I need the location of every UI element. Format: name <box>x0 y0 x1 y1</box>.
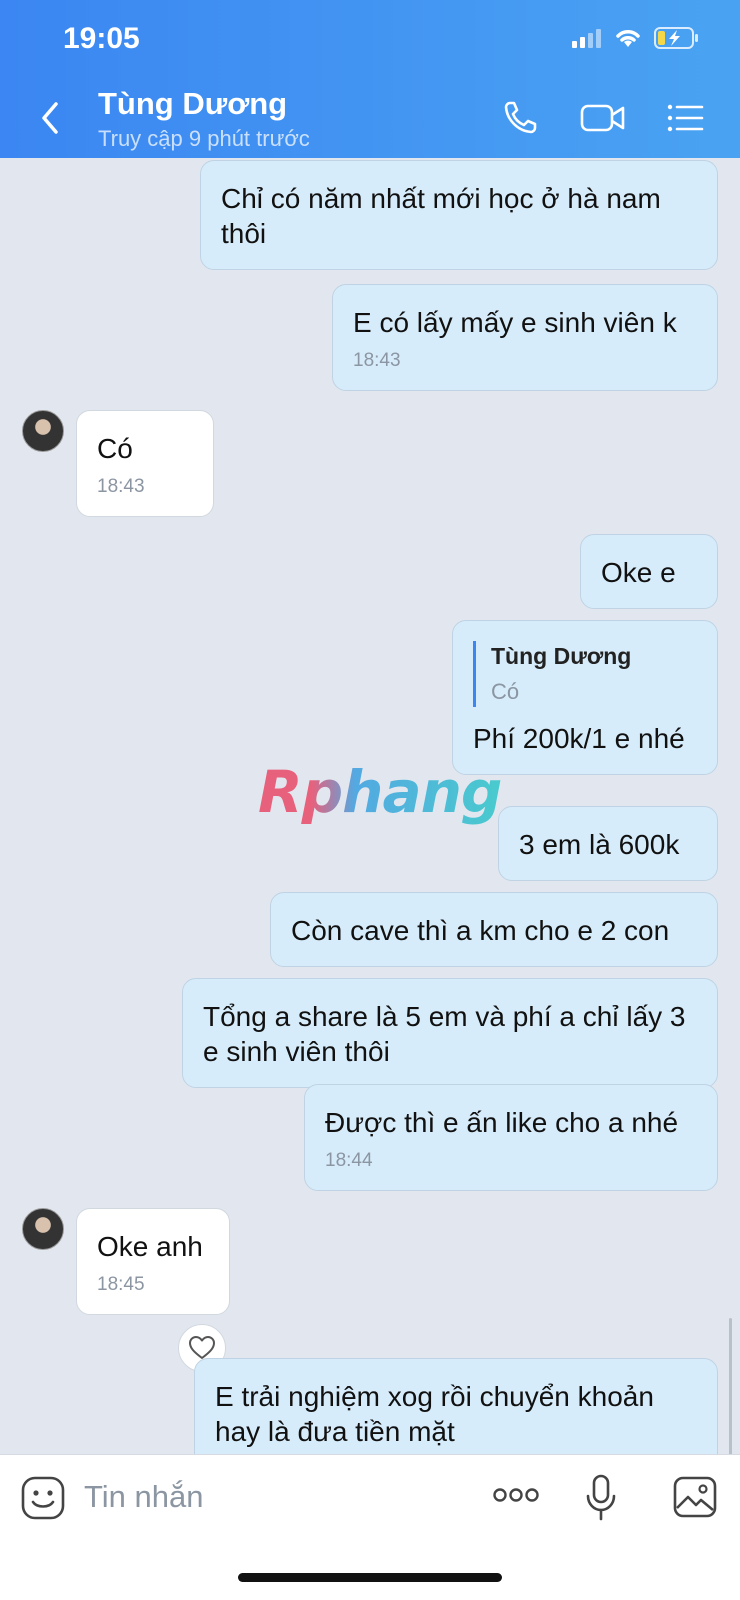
cellular-signal-icon <box>572 29 601 48</box>
watermark-logo: Rphang <box>258 758 502 826</box>
message-text: E trải nghiệm xog rồi chuyển khoản hay l… <box>215 1381 654 1447</box>
message-text: Tổng a share là 5 em và phí a chỉ lấy 3 … <box>203 1001 686 1067</box>
contact-last-seen: Truy cập 9 phút trước <box>98 126 310 151</box>
message-text: Chỉ có năm nhất mới học ở hà nam thôi <box>221 183 661 249</box>
image-gallery-icon[interactable] <box>672 1475 718 1519</box>
message-text: Oke e <box>601 557 676 588</box>
message-text: Được thì e ấn like cho a nhé <box>325 1107 679 1138</box>
message-time: 18:43 <box>353 350 401 371</box>
message-text: Còn cave thì a km cho e 2 con <box>291 915 670 946</box>
quoted-text: Có <box>491 679 520 704</box>
home-indicator <box>238 1573 502 1582</box>
message-bubble-outgoing[interactable]: E có lấy mấy e sinh viên k 18:43 <box>332 284 718 391</box>
message-bubble-outgoing[interactable]: Còn cave thì a km cho e 2 con <box>270 892 718 967</box>
quoted-message[interactable]: Tùng Dương Có <box>473 641 697 707</box>
message-bubble-outgoing-reply[interactable]: Tùng Dương Có Phí 200k/1 e nhé <box>452 620 718 775</box>
message-bubble-outgoing[interactable]: Tổng a share là 5 em và phí a chỉ lấy 3 … <box>182 978 718 1088</box>
message-bubble-outgoing[interactable]: 3 em là 600k <box>498 806 718 881</box>
message-input-bar <box>0 1454 740 1600</box>
message-bubble-outgoing[interactable]: Chỉ có năm nhất mới học ở hà nam thôi <box>200 160 718 270</box>
video-call-icon[interactable] <box>580 98 626 138</box>
menu-list-icon[interactable] <box>664 98 708 138</box>
contact-name[interactable]: Tùng Dương <box>98 86 287 122</box>
message-bubble-incoming[interactable]: Có 18:43 <box>76 410 214 517</box>
message-bubble-outgoing[interactable]: Được thì e ấn like cho a nhé 18:44 <box>304 1084 718 1191</box>
phone-icon[interactable] <box>500 98 544 138</box>
message-text: Có <box>97 433 133 464</box>
status-time: 19:05 <box>63 22 140 55</box>
message-text: E có lấy mấy e sinh viên k <box>353 307 677 338</box>
chat-header: 19:05 Tùng Dương Truy cập 9 phút trước <box>0 0 740 158</box>
chat-scrollbar[interactable] <box>729 1318 732 1454</box>
message-text: 3 em là 600k <box>519 829 680 860</box>
contact-avatar[interactable] <box>22 410 64 452</box>
quoted-sender: Tùng Dương <box>491 643 632 669</box>
contact-avatar[interactable] <box>22 1208 64 1250</box>
message-text: Oke anh <box>97 1231 203 1262</box>
message-bubble-incoming[interactable]: Oke anh 18:45 <box>76 1208 230 1315</box>
battery-charging-icon <box>654 27 698 49</box>
message-bubble-outgoing[interactable]: E trải nghiệm xog rồi chuyển khoản hay l… <box>194 1358 718 1454</box>
message-time: 18:45 <box>97 1274 145 1295</box>
microphone-icon[interactable] <box>584 1473 618 1523</box>
wifi-icon <box>616 30 640 47</box>
message-input[interactable] <box>84 1477 464 1517</box>
message-time: 18:44 <box>325 1150 373 1171</box>
message-bubble-outgoing[interactable]: Oke e <box>580 534 718 609</box>
message-text: Phí 200k/1 e nhé <box>473 723 685 754</box>
status-icons <box>572 26 700 50</box>
back-chevron-icon[interactable] <box>36 98 66 138</box>
more-dots-icon[interactable] <box>492 1485 540 1505</box>
sticker-emoji-icon[interactable] <box>20 1475 66 1521</box>
message-time: 18:43 <box>97 476 145 497</box>
